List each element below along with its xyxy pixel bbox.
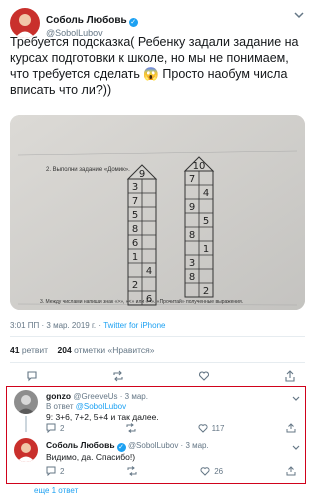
retweet-button[interactable] bbox=[127, 466, 137, 476]
house-cell-number: 1 bbox=[132, 252, 138, 263]
house-cell-number: 2 bbox=[132, 280, 138, 291]
like-button[interactable]: 117 bbox=[198, 423, 224, 433]
worksheet-drawing: 9375861426 10749581382 bbox=[10, 115, 305, 310]
more-options-icon[interactable] bbox=[293, 8, 305, 20]
tweet-photo[interactable]: 9375861426 10 7 4 9 5 8 1 3 8 2 2. Выполни задани… bbox=[10, 115, 305, 310]
reply-actions: 2 26 bbox=[46, 466, 296, 476]
author-name[interactable]: Соболь Любовь bbox=[46, 15, 127, 26]
tweet-text: Требуется подсказка( Ребенку задали зада… bbox=[10, 35, 299, 97]
house-cell-number: 4 bbox=[203, 188, 209, 199]
share-button[interactable] bbox=[286, 423, 296, 433]
tweet-timestamp: 3:01 ПП · 3 мар. 2019 г. · Twitter for i… bbox=[10, 321, 165, 330]
house-cell-number: 6 bbox=[132, 238, 138, 249]
house-cell-number: 8 bbox=[189, 230, 195, 241]
like-button[interactable]: 26 bbox=[200, 466, 223, 476]
tweet-actions bbox=[26, 369, 296, 383]
house-cell-number: 7 bbox=[189, 174, 195, 185]
divider bbox=[10, 336, 305, 337]
house-cell-number: 7 bbox=[132, 196, 138, 207]
reply-text: Видимо, да. Спасибо!) bbox=[46, 452, 136, 462]
retweet-button[interactable] bbox=[126, 423, 136, 433]
verified-icon: ✓ bbox=[128, 18, 138, 27]
retweets-stat[interactable]: 41 ретвит bbox=[10, 345, 48, 355]
in-reply-to: В ответ @SobolLubov bbox=[46, 402, 127, 411]
verified-icon: ✓ bbox=[116, 443, 126, 452]
house-cell-number: 5 bbox=[132, 210, 138, 221]
reply-icon bbox=[46, 466, 56, 476]
retweet-icon[interactable] bbox=[112, 369, 124, 383]
house-roof-number: 9 bbox=[139, 169, 145, 180]
share-icon[interactable] bbox=[284, 369, 296, 383]
reply-button[interactable]: 2 bbox=[46, 466, 64, 476]
house-cell-number: 3 bbox=[189, 258, 195, 269]
reply-header: gonzo @GreeveUs · 3 мар. bbox=[46, 391, 148, 401]
worksheet-task-heading: 2. Выполни задание «Домик». bbox=[46, 167, 130, 173]
house-cell-number: 5 bbox=[203, 216, 209, 227]
reply-more-icon[interactable] bbox=[291, 440, 301, 458]
house-roof-number: 10 bbox=[193, 161, 206, 172]
house-cell-number: 1 bbox=[203, 244, 209, 255]
reply-avatar[interactable] bbox=[14, 390, 38, 414]
worksheet-footer-text: 3. Между числами напиши знак «>», «<» ил… bbox=[40, 299, 244, 305]
reply-author-handle[interactable]: @SobolLubov bbox=[128, 441, 178, 450]
like-icon bbox=[200, 467, 210, 476]
reply-button[interactable]: 2 bbox=[46, 423, 64, 433]
reply-icon[interactable] bbox=[26, 369, 38, 383]
divider bbox=[10, 362, 305, 363]
house-cell-number: 4 bbox=[146, 266, 152, 277]
reply-text: 9: 3+6, 7+2, 5+4 и так далее. bbox=[46, 412, 159, 422]
reply-actions: 2 117 bbox=[46, 423, 296, 433]
share-icon bbox=[286, 466, 296, 476]
share-icon bbox=[286, 423, 296, 433]
retweet-icon bbox=[127, 466, 137, 476]
thread-line bbox=[25, 416, 27, 432]
like-icon bbox=[198, 424, 208, 433]
reply-more-icon[interactable] bbox=[291, 391, 301, 409]
house-cell-number: 9 bbox=[189, 202, 195, 213]
house-cell-number: 2 bbox=[203, 286, 209, 297]
reply-author-name[interactable]: gonzo bbox=[46, 391, 71, 401]
share-button[interactable] bbox=[286, 466, 296, 476]
likes-stat[interactable]: 204 отметки «Нравится» bbox=[58, 345, 155, 355]
like-icon[interactable] bbox=[198, 369, 210, 383]
house-cell-number: 8 bbox=[189, 272, 195, 283]
in-reply-to-link[interactable]: @SobolLubov bbox=[76, 402, 126, 411]
reply-author-handle[interactable]: @GreeveUs bbox=[73, 392, 117, 401]
reply-icon bbox=[46, 423, 56, 433]
house-cell-number: 8 bbox=[132, 224, 138, 235]
show-more-replies-link[interactable]: еще 1 ответ bbox=[34, 486, 78, 495]
reply-author-name[interactable]: Соболь Любовь bbox=[46, 440, 115, 450]
house-cell-number: 3 bbox=[132, 182, 138, 193]
tweet-source-link[interactable]: Twitter for iPhone bbox=[103, 321, 165, 330]
reply-avatar[interactable] bbox=[14, 438, 38, 462]
reply-date[interactable]: · 3 мар. bbox=[178, 441, 209, 450]
retweet-icon bbox=[126, 423, 136, 433]
tweet-stats: 41 ретвит 204 отметки «Нравится» bbox=[10, 345, 155, 355]
reply-header: Соболь Любовь ✓ @SobolLubov · 3 мар. bbox=[46, 440, 209, 452]
reply-date[interactable]: · 3 мар. bbox=[118, 392, 148, 401]
tweet-time[interactable]: 3:01 ПП · 3 мар. 2019 г. · bbox=[10, 321, 103, 330]
